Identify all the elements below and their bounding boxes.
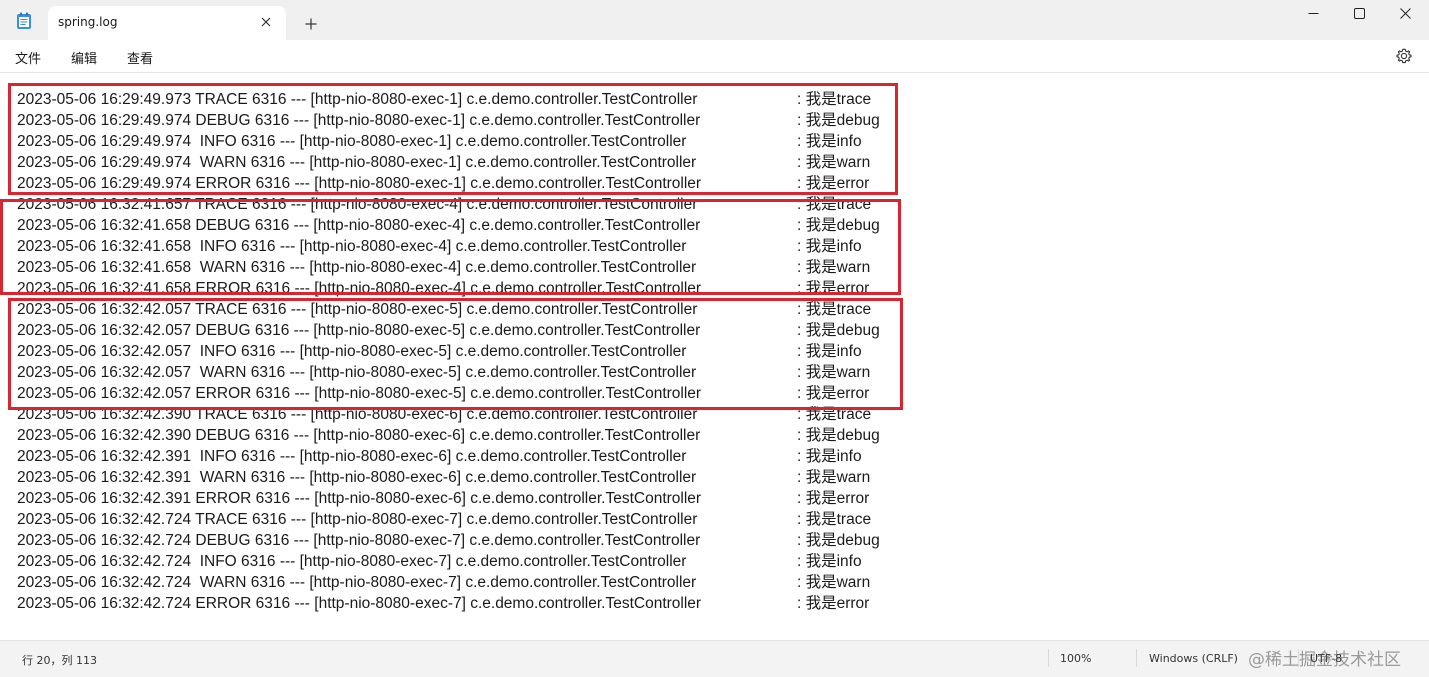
highlight-box (8, 83, 898, 195)
log-line-prefix: 2023-05-06 16:32:42.391 WARN 6316 --- [h… (17, 469, 697, 486)
maximize-icon (1353, 7, 1365, 19)
log-line: 2023-05-06 16:32:42.391 ERROR 6316 --- [… (17, 488, 869, 509)
log-line: 2023-05-06 16:32:42.724 WARN 6316 --- [h… (17, 572, 870, 593)
log-line-message: : 我是info (797, 448, 862, 465)
tab-spring-log[interactable]: spring.log (48, 6, 286, 40)
close-icon (261, 17, 271, 27)
log-line-message: : 我是debug (797, 532, 880, 549)
menu-bar: 文件 编辑 查看 (0, 40, 1429, 73)
log-line-prefix: 2023-05-06 16:32:42.724 WARN 6316 --- [h… (17, 574, 697, 591)
log-line-prefix: 2023-05-06 16:32:42.390 DEBUG 6316 --- [… (17, 427, 701, 444)
menu-view[interactable]: 查看 (127, 48, 153, 67)
log-line-prefix: 2023-05-06 16:32:42.724 TRACE 6316 --- [… (17, 511, 698, 528)
log-line-prefix: 2023-05-06 16:32:42.391 INFO 6316 --- [h… (17, 448, 687, 465)
plus-icon (305, 18, 317, 30)
close-window-button[interactable] (1382, 0, 1428, 26)
highlight-box (8, 298, 903, 410)
log-line: 2023-05-06 16:32:42.724 DEBUG 6316 --- [… (17, 530, 880, 551)
highlight-box (0, 199, 901, 295)
status-divider (1136, 649, 1137, 667)
log-line: 2023-05-06 16:32:42.391 INFO 6316 --- [h… (17, 446, 862, 467)
minimize-button[interactable] (1290, 0, 1336, 26)
log-line: 2023-05-06 16:32:42.390 DEBUG 6316 --- [… (17, 425, 880, 446)
log-line-prefix: 2023-05-06 16:32:42.724 INFO 6316 --- [h… (17, 553, 687, 570)
log-line-message: : 我是warn (797, 469, 871, 486)
tab-title: spring.log (58, 15, 118, 29)
menu-edit[interactable]: 编辑 (71, 48, 97, 67)
log-line-prefix: 2023-05-06 16:32:42.391 ERROR 6316 --- [… (17, 490, 702, 507)
notepad-icon (16, 12, 32, 30)
log-line: 2023-05-06 16:32:42.391 WARN 6316 --- [h… (17, 467, 870, 488)
log-line-message: : 我是error (797, 595, 870, 612)
close-icon (1399, 7, 1411, 19)
log-line: 2023-05-06 16:32:42.724 INFO 6316 --- [h… (17, 551, 862, 572)
log-line: 2023-05-06 16:32:42.724 ERROR 6316 --- [… (17, 593, 869, 614)
text-editor[interactable]: 2023-05-06 16:29:49.973 TRACE 6316 --- [… (0, 73, 1429, 640)
close-tab-button[interactable] (256, 12, 276, 32)
maximize-button[interactable] (1336, 0, 1382, 26)
minimize-icon (1308, 12, 1318, 14)
title-bar: spring.log (0, 0, 1429, 40)
new-tab-button[interactable] (298, 12, 324, 36)
zoom-level[interactable]: 100% (1060, 652, 1091, 665)
status-bar: 行 20，列 113 100% Windows (CRLF) UTF-8 @稀土… (0, 640, 1429, 677)
cursor-position[interactable]: 行 20，列 113 (22, 652, 97, 668)
log-line-message: : 我是trace (797, 511, 872, 528)
log-line: 2023-05-06 16:32:42.724 TRACE 6316 --- [… (17, 509, 871, 530)
settings-button[interactable] (1394, 46, 1414, 66)
log-line-message: : 我是debug (797, 427, 880, 444)
status-divider (1048, 649, 1049, 667)
log-line-message: : 我是info (797, 553, 862, 570)
log-line-message: : 我是warn (797, 574, 871, 591)
log-line-message: : 我是error (797, 490, 870, 507)
line-ending[interactable]: Windows (CRLF) (1149, 652, 1238, 665)
gear-icon (1396, 48, 1412, 64)
menu-file[interactable]: 文件 (15, 48, 41, 67)
log-line-prefix: 2023-05-06 16:32:42.724 DEBUG 6316 --- [… (17, 532, 701, 549)
log-line-prefix: 2023-05-06 16:32:42.724 ERROR 6316 --- [… (17, 595, 702, 612)
watermark: @稀土掘金技术社区 (1248, 650, 1401, 670)
